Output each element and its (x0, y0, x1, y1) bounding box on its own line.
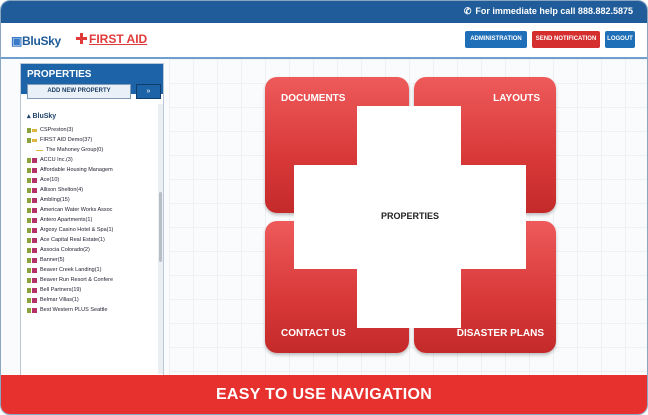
tree-item[interactable]: CSPreston(3) (27, 125, 155, 135)
documents-label: DOCUMENTS (281, 93, 346, 104)
tree-item[interactable]: ACCU Inc.(3) (27, 155, 155, 165)
property-icon (27, 287, 37, 293)
sidebar-scrollbar[interactable] (158, 104, 163, 374)
property-icon (27, 217, 37, 223)
caption-text: EASY TO USE NAVIGATION (215, 386, 433, 403)
blusky-logo[interactable]: ▣BluSky (11, 34, 61, 48)
tree-root[interactable]: ▴ BluSky (27, 112, 155, 122)
folder-icon (27, 127, 37, 133)
property-icon (27, 167, 37, 173)
branch-icon (33, 148, 43, 153)
property-icon (27, 157, 37, 163)
tree-item-label: Argosy Casino Hotel & Spa(1) (40, 227, 114, 233)
tree-item-label: Antero Apartments(1) (40, 217, 93, 223)
add-property-go-button[interactable]: » (136, 84, 161, 99)
tree-item-label: Best Western PLUS Seattle (40, 307, 108, 313)
tree-item[interactable]: Affordable Housing Managem (27, 165, 155, 175)
tree-item[interactable]: Ace Capital Real Estate(1) (27, 235, 155, 245)
properties-sidebar: PROPERTIES ADD NEW PROPERTY » ▴ BluSky C… (20, 63, 164, 377)
phone-icon: ✆ (463, 6, 472, 16)
property-icon (27, 277, 37, 283)
main-navigation-area: DOCUMENTS LAYOUTS CONTACT US DISASTER PL… (169, 59, 647, 375)
tree-item-label: Bell Partners(19) (40, 287, 82, 293)
tree-item-label: The Mahoney Group(0) (46, 147, 104, 153)
tree-item-label: Banner(5) (40, 257, 65, 263)
app-frame: ✆ For immediate help call 888.882.5875 ▣B… (0, 0, 648, 415)
properties-tile-label[interactable]: PROPERTIES (294, 211, 526, 221)
tree-item[interactable]: Ambling(15) (27, 195, 155, 205)
help-line: ✆ For immediate help call 888.882.5875 (464, 6, 633, 17)
sidebar-title: PROPERTIES (27, 69, 92, 80)
property-icon (27, 197, 37, 203)
property-icon (27, 237, 37, 243)
tree-item[interactable]: Antero Apartments(1) (27, 215, 155, 225)
disaster-plans-label: DISASTER PLANS (456, 328, 544, 339)
folder-icon (27, 137, 37, 143)
first-aid-logo-text: FIRST AID (89, 32, 148, 46)
send-notification-button[interactable]: SEND NOTIFICATION (532, 31, 600, 48)
header: ▣BluSky FIRST AID ADMINISTRATION SEND NO… (1, 23, 647, 59)
tree-item-label: American Water Works Assoc (40, 207, 113, 213)
first-aid-cross-icon (76, 33, 87, 44)
tree-item-label: Affordable Housing Managem (40, 167, 113, 173)
scrollbar-thumb[interactable] (159, 192, 162, 262)
tree-item[interactable]: Beaver Creek Landing(1) (27, 265, 155, 275)
tree-item[interactable]: Associa Colorado(2) (27, 245, 155, 255)
property-icon (27, 227, 37, 233)
contact-us-label: CONTACT US (281, 328, 346, 339)
first-aid-logo[interactable]: FIRST AID (76, 32, 147, 46)
tree-item[interactable]: Best Western PLUS Seattle (27, 305, 155, 315)
tree-item-label: Associa Colorado(2) (40, 247, 90, 253)
property-tree: ▴ BluSky CSPreston(3) FIRST AID Demo(37)… (27, 112, 155, 315)
tree-root-label: BluSky (32, 113, 57, 120)
blusky-logo-text: BluSky (22, 34, 61, 48)
property-icon (27, 247, 37, 253)
layouts-label: LAYOUTS (493, 93, 540, 104)
property-icon (27, 257, 37, 263)
tree-item[interactable]: Belmar Villas(1) (27, 295, 155, 305)
tree-item[interactable]: FIRST AID Demo(37) (27, 135, 155, 145)
tree-item-label: ACCU Inc.(3) (40, 157, 73, 163)
tree-item-label: FIRST AID Demo(37) (40, 137, 93, 143)
caption-banner: EASY TO USE NAVIGATION (1, 375, 647, 414)
tree-item[interactable]: Beaver Run Resort & Confere (27, 275, 155, 285)
add-new-property-button[interactable]: ADD NEW PROPERTY (27, 84, 131, 99)
property-icon (27, 177, 37, 183)
tree-item[interactable]: Argosy Casino Hotel & Spa(1) (27, 225, 155, 235)
tree-item[interactable]: Banner(5) (27, 255, 155, 265)
tree-item[interactable]: Allison Shelton(4) (27, 185, 155, 195)
tree-item[interactable]: American Water Works Assoc (27, 205, 155, 215)
administration-button[interactable]: ADMINISTRATION (465, 31, 527, 48)
logout-button[interactable]: LOGOUT (605, 31, 635, 48)
property-icon (27, 207, 37, 213)
tree-item[interactable]: The Mahoney Group(0) (27, 145, 155, 155)
help-text: For immediate help call 888.882.5875 (475, 6, 633, 16)
tree-item-label: CSPreston(3) (40, 127, 74, 133)
tree-item-label: Ambling(15) (40, 197, 70, 203)
property-icon (27, 307, 37, 313)
property-icon (27, 267, 37, 273)
tree-item[interactable]: Bell Partners(19) (27, 285, 155, 295)
tree-item-label: Ace(10) (40, 177, 60, 183)
property-icon (27, 187, 37, 193)
top-bar: ✆ For immediate help call 888.882.5875 (1, 1, 647, 23)
tree-item-label: Belmar Villas(1) (40, 297, 79, 303)
tree-item-label: Ace Capital Real Estate(1) (40, 237, 105, 243)
tree-item[interactable]: Ace(10) (27, 175, 155, 185)
tree-item-label: Beaver Creek Landing(1) (40, 267, 102, 273)
tree-item-label: Beaver Run Resort & Confere (40, 277, 114, 283)
tree-item-label: Allison Shelton(4) (40, 187, 84, 193)
blusky-logo-mark: ▣ (11, 34, 23, 48)
property-icon (27, 297, 37, 303)
